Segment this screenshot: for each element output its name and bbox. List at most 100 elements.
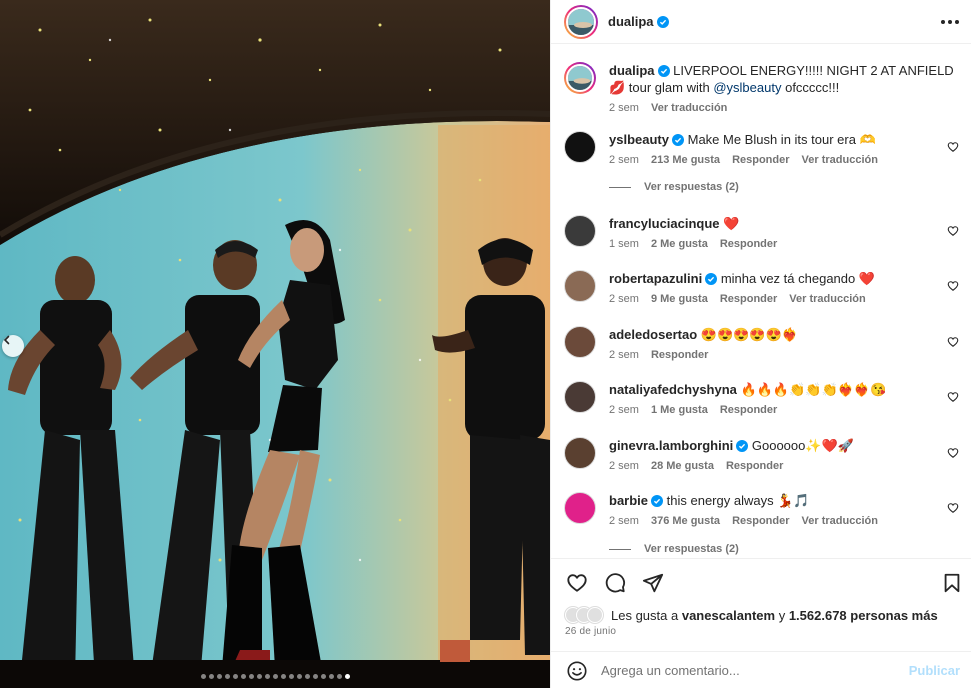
view-replies-button[interactable]: Ver respuestas (2) [609, 543, 739, 555]
caption-time[interactable]: 2 sem [609, 101, 639, 115]
reply-button[interactable]: Responder [720, 403, 777, 417]
commenter-avatar[interactable] [564, 492, 596, 524]
verified-badge-icon [656, 15, 669, 28]
carousel-dot [328, 674, 334, 679]
reply-button[interactable]: Responder [732, 514, 789, 528]
comment-row: yslbeauty Make Me Blush in its tour era … [564, 131, 959, 167]
likes-summary[interactable]: Les gusta a vanescalantem y 1.562.678 pe… [565, 607, 938, 623]
comment-row: barbie this energy always 💃🎵 2 sem 376 M… [564, 492, 959, 528]
like-comment-heart-icon[interactable] [947, 225, 959, 237]
translate-button[interactable]: Ver traducción [802, 514, 878, 528]
like-comment-heart-icon[interactable] [947, 391, 959, 403]
bookmark-icon[interactable] [941, 572, 963, 594]
comment-likes[interactable]: 2 Me gusta [651, 237, 708, 251]
post-date[interactable]: 26 de junio [565, 626, 616, 637]
commenter-username[interactable]: yslbeauty [609, 132, 669, 147]
avatar-image [564, 131, 596, 163]
avatar-image [564, 326, 596, 358]
like-comment-heart-icon[interactable] [947, 336, 959, 348]
commenter-username[interactable]: ginevra.lamborghini [609, 438, 733, 453]
more-options-button[interactable] [941, 19, 959, 24]
comment-icon[interactable] [604, 572, 626, 594]
commenter-username[interactable]: adeledosertao [609, 327, 697, 342]
comment-time[interactable]: 2 sem [609, 348, 639, 362]
like-comment-heart-icon[interactable] [947, 502, 959, 514]
commenter-avatar[interactable] [564, 215, 596, 247]
carousel-dot [288, 674, 294, 679]
reply-button[interactable]: Responder [732, 153, 789, 167]
avatar-image [564, 270, 596, 302]
comment-likes[interactable]: 1 Me gusta [651, 403, 708, 417]
comment-row: ginevra.lamborghini Goooooo✨❤️🚀 2 sem 28… [564, 437, 959, 473]
comment-time[interactable]: 2 sem [609, 403, 639, 417]
reply-button[interactable]: Responder [720, 292, 777, 306]
avatar-image [568, 66, 592, 90]
caption-row: dualipa LIVERPOOL ENERGY!!!!! NIGHT 2 AT… [564, 62, 959, 115]
caption-translate-button[interactable]: Ver traducción [651, 101, 727, 115]
carousel-dot [264, 674, 270, 679]
comment-text: this energy always 💃🎵 [666, 493, 810, 508]
comment-text: minha vez tá chegando ❤️ [720, 271, 876, 286]
comment-time[interactable]: 2 sem [609, 514, 639, 528]
commenter-avatar[interactable] [564, 326, 596, 358]
comment-likes[interactable]: 28 Me gusta [651, 459, 714, 473]
reply-button[interactable]: Responder [720, 237, 777, 251]
like-comment-heart-icon[interactable] [947, 141, 959, 153]
comment-text: 😍😍😍😍😍❤️‍🔥 [700, 327, 798, 342]
comment-time[interactable]: 1 sem [609, 237, 639, 251]
caption-username[interactable]: dualipa [609, 63, 655, 78]
carousel-dot [248, 674, 254, 679]
author-avatar[interactable] [564, 62, 596, 94]
comment-time[interactable]: 2 sem [609, 153, 639, 167]
comment-text: ❤️ [723, 216, 740, 231]
translate-button[interactable]: Ver traducción [789, 292, 865, 306]
avatar-image [564, 492, 596, 524]
likes-mid: y [778, 607, 786, 623]
carousel-dot [200, 674, 206, 679]
commenter-username[interactable]: barbie [609, 493, 648, 508]
post-media[interactable] [0, 0, 550, 688]
commenter-avatar[interactable] [564, 131, 596, 163]
likes-count-link[interactable]: 1.562.678 personas más [789, 608, 938, 623]
comment-likes[interactable]: 376 Me gusta [651, 514, 720, 528]
caption-mention-link[interactable]: @yslbeauty [713, 80, 781, 95]
reply-button[interactable]: Responder [651, 348, 708, 362]
like-comment-heart-icon[interactable] [947, 447, 959, 459]
translate-button[interactable]: Ver traducción [802, 153, 878, 167]
publish-button[interactable]: Publicar [909, 663, 960, 678]
likes-user-link[interactable]: vanescalantem [682, 608, 775, 623]
share-icon[interactable] [642, 572, 664, 594]
author-avatar[interactable] [564, 4, 598, 39]
comment-likes[interactable]: 9 Me gusta [651, 292, 708, 306]
carousel-dot [232, 674, 238, 679]
commenter-avatar[interactable] [564, 381, 596, 413]
carousel-dot [208, 674, 214, 679]
view-replies-button[interactable]: Ver respuestas (2) [609, 181, 739, 193]
carousel-dot [344, 674, 350, 679]
commenter-username[interactable]: robertapazulini [609, 271, 702, 286]
replies-divider [609, 186, 631, 188]
comment-time[interactable]: 2 sem [609, 459, 639, 473]
previous-slide-button[interactable] [2, 335, 24, 357]
comment-row: robertapazulini minha vez tá chegando ❤️… [564, 270, 959, 306]
smiley-icon[interactable] [566, 660, 588, 682]
reply-button[interactable]: Responder [726, 459, 783, 473]
like-comment-heart-icon[interactable] [947, 280, 959, 292]
comments-list[interactable]: dualipa LIVERPOOL ENERGY!!!!! NIGHT 2 AT… [551, 45, 971, 557]
commenter-avatar[interactable] [564, 437, 596, 469]
chevron-left-icon [3, 335, 10, 345]
commenter-username[interactable]: nataliyafedchyshyna [609, 382, 737, 397]
post-actions: Les gusta a vanescalantem y 1.562.678 pe… [551, 558, 971, 688]
avatar-image [568, 8, 594, 35]
commenter-username[interactable]: francyluciacinque [609, 216, 720, 231]
concert-photo [0, 0, 550, 688]
comment-time[interactable]: 2 sem [609, 292, 639, 306]
carousel-dot [336, 674, 342, 679]
avatar-image [564, 381, 596, 413]
heart-icon[interactable] [566, 572, 588, 594]
commenter-avatar[interactable] [564, 270, 596, 302]
carousel-dot [280, 674, 286, 679]
author-username[interactable]: dualipa [608, 14, 654, 29]
comment-input[interactable] [601, 663, 909, 678]
comment-likes[interactable]: 213 Me gusta [651, 153, 720, 167]
